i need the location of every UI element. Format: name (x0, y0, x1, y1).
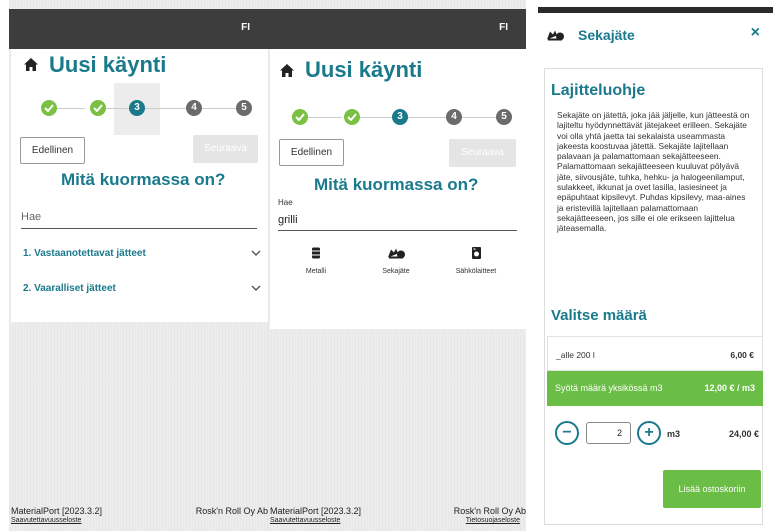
search-label: Hae (278, 198, 293, 207)
search-input[interactable] (21, 205, 257, 229)
option-label: _alle 200 l (556, 350, 595, 360)
amount-heading: Valitse määrä (551, 307, 647, 324)
app-version: MaterialPort [2023.3.2] (11, 506, 103, 516)
modal-title: Sekajäte (578, 27, 635, 43)
appliance-icon (471, 247, 481, 259)
quantity-unit: m3 (667, 429, 681, 439)
add-to-cart-button[interactable]: Lisää ostoskoriin (663, 470, 761, 508)
accordion-accepted-waste[interactable]: 1. Vastaanotettavat jätteet (23, 248, 261, 268)
step-4: 4 (446, 109, 462, 125)
language-selector[interactable]: FI (241, 22, 250, 33)
panel-search-results: FI Uusi käynti 3 4 5 Edellinen Seuraava … (268, 0, 526, 531)
category-metalli[interactable]: Metalli (276, 246, 356, 275)
accordion-hazardous-waste[interactable]: 2. Vaaralliset jätteet (23, 283, 261, 303)
page-title: Uusi käynti (305, 57, 423, 82)
decrease-quantity-button[interactable]: − (555, 421, 579, 445)
screenshot-canvas: FI Uusi käynti 3 4 5 Edellinen Seuraava … (0, 0, 773, 531)
step-indicator: 3 4 5 (21, 83, 257, 135)
chevron-down-icon (251, 285, 261, 291)
step-4: 4 (186, 100, 202, 116)
check-icon (93, 104, 103, 112)
panel-step-search: FI Uusi käynti 3 4 5 Edellinen Seuraava … (9, 0, 268, 531)
step-connector (302, 117, 342, 118)
search-input[interactable] (278, 209, 517, 231)
category-label: Sähkölaitteet (455, 268, 497, 275)
privacy-link[interactable]: Tietosuojaseloste (466, 517, 520, 524)
check-icon (295, 113, 305, 121)
top-bar: FI (268, 9, 526, 49)
instructions-heading: Lajitteluohje (551, 82, 646, 99)
mixed-waste-icon (547, 30, 564, 41)
step-connector (458, 117, 500, 118)
accessibility-link[interactable]: Saavutettavuusseloste (11, 517, 81, 524)
company-name: Rosk'n Roll Oy Ab (453, 506, 526, 516)
question-heading: Mitä kuormassa on? (61, 170, 226, 189)
category-label: Sekajäte (382, 268, 410, 275)
accordion-label: 1. Vastaanotettavat jätteet (23, 248, 146, 259)
step-connector (405, 117, 449, 118)
top-bar: FI (9, 9, 268, 49)
close-icon[interactable]: × (751, 24, 760, 42)
question-heading: Mitä kuormassa on? (314, 175, 479, 194)
next-button[interactable]: Seuraava (449, 139, 516, 167)
option-per-m3-selected[interactable]: Syötä määrä yksikössä m3 12,00 € / m3 (547, 371, 763, 406)
step-1-done[interactable] (292, 109, 308, 125)
app-version: MaterialPort [2023.3.2] (270, 506, 362, 516)
increase-quantity-button[interactable]: + (637, 421, 661, 445)
page-title: Uusi käynti (49, 52, 167, 77)
chevron-down-icon (251, 250, 261, 256)
company-name: Rosk'n Roll Oy Ab (195, 506, 268, 516)
footer: MaterialPort [2023.3.2] Saavutettavuusse… (270, 500, 526, 531)
step-3-current[interactable]: 3 (129, 100, 145, 116)
category-sekajate[interactable]: Sekajäte (356, 246, 436, 275)
footer: MaterialPort [2023.3.2] Saavutettavuusse… (11, 500, 268, 531)
quantity-input[interactable] (586, 422, 631, 444)
option-price: 6,00 € (730, 350, 754, 360)
accordion-label: 2. Vaaralliset jätteet (23, 283, 116, 294)
option-under-200l[interactable]: _alle 200 l 6,00 € (547, 336, 763, 371)
category-sahkolaitteet[interactable]: Sähkölaitteet (436, 246, 516, 275)
step-2-done[interactable] (344, 109, 360, 125)
step-5: 5 (496, 109, 512, 125)
step-3-current[interactable]: 3 (392, 109, 408, 125)
check-icon (44, 104, 54, 112)
barrel-icon (312, 247, 320, 259)
previous-button[interactable]: Edellinen (279, 139, 344, 166)
accessibility-link[interactable]: Saavutettavuusseloste (270, 517, 340, 524)
category-label: Metalli (305, 268, 327, 275)
panel-waste-modal: Sekajäte × Lajitteluohje Sekajäte on jät… (538, 0, 773, 531)
step-5: 5 (236, 100, 252, 116)
modal-header (538, 13, 773, 68)
total-price: 24,00 € (728, 429, 759, 439)
next-button[interactable]: Seuraava (193, 135, 258, 163)
option-label: Syötä määrä yksikössä m3 (555, 383, 663, 393)
step-1-done[interactable] (41, 100, 57, 116)
category-results: Metalli Sekajäte Sähkölaitteet (276, 246, 520, 294)
previous-button[interactable]: Edellinen (20, 137, 85, 164)
check-icon (347, 113, 357, 121)
option-price: 12,00 € / m3 (704, 383, 755, 393)
step-indicator: 3 4 5 (278, 92, 514, 144)
instructions-text: Sekajäte on jätettä, joka jää jäljelle, … (557, 110, 750, 234)
step-connector (201, 108, 241, 109)
language-selector[interactable]: FI (499, 22, 508, 33)
step-2-done[interactable] (90, 100, 106, 116)
mixed-waste-icon (388, 248, 405, 259)
